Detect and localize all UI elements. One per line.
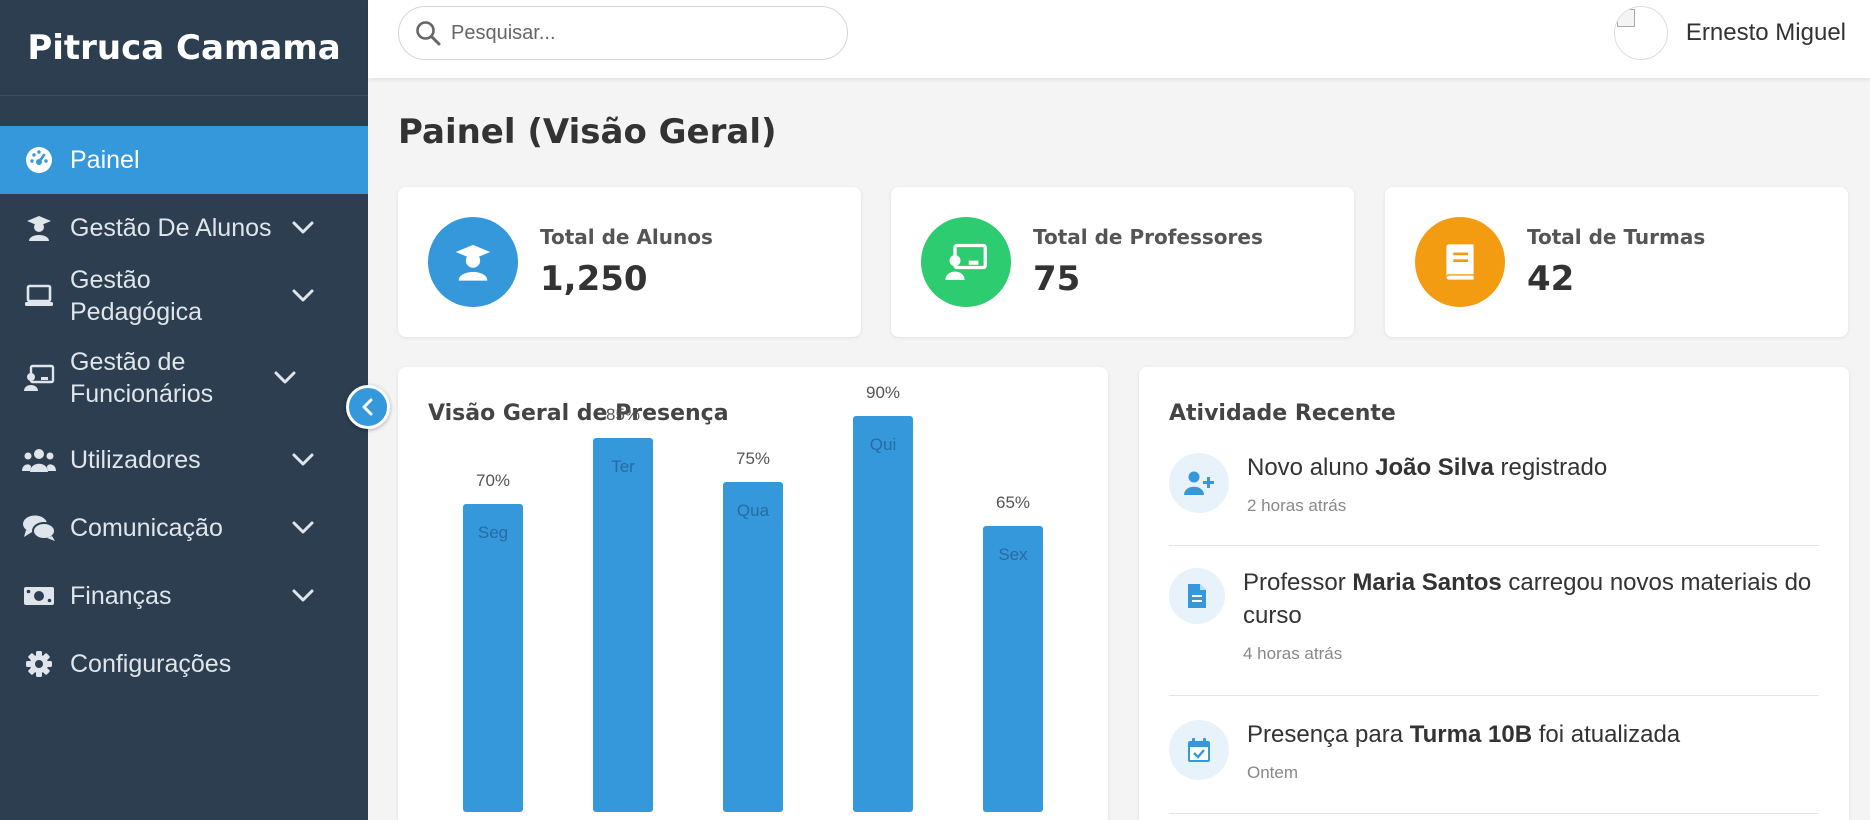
bar-qui <box>853 416 913 812</box>
activity-subject: João Silva <box>1375 454 1494 481</box>
sidebar-item-label: Finanças <box>70 582 172 610</box>
bar-category-label: Seg <box>478 523 508 542</box>
sidebar-item-label: Painel <box>70 146 140 174</box>
attendance-card: Visão Geral de Presença 70% Seg 85% Ter 75% Q… <box>398 367 1108 820</box>
activity-text: Professor Maria Santos carregou novos ma… <box>1243 569 1812 629</box>
chevron-down-icon[interactable] <box>288 581 318 611</box>
attendance-bar-chart: 70% Seg 85% Ter 75% Qua 90% Qui 65% Sex <box>463 383 1043 812</box>
sidebar-item-utilizadores[interactable]: Utilizadores <box>0 426 368 494</box>
bar-category-label: Ter <box>611 457 635 476</box>
graduate-icon <box>455 244 491 281</box>
sidebar-item-label: Gestão Pedagógica <box>70 266 203 326</box>
broken-image-icon <box>1616 9 1635 27</box>
activity-icon-circle <box>1169 720 1229 780</box>
stat-card-turmas: Total de Turmas 42 <box>1385 187 1848 337</box>
activity-icon-circle <box>1169 453 1229 513</box>
list-item[interactable]: Professor Maria Santos carregou novos ma… <box>1169 546 1819 696</box>
sidebar-item-gestao-funcionarios[interactable]: Gestão de Funcionários <box>0 330 368 426</box>
bar-value-label: 90% <box>866 383 900 402</box>
search-box[interactable] <box>398 6 848 60</box>
user-menu[interactable]: Ernesto Miguel <box>1613 4 1846 62</box>
activity-subject: Turma 10B <box>1409 721 1533 748</box>
recent-activity-card: Atividade Recente Novo aluno João Silva … <box>1139 367 1849 820</box>
teacher-board-icon <box>22 361 56 395</box>
sidebar-item-gestao-pedagogica[interactable]: Gestão Pedagógica <box>0 262 368 330</box>
sidebar-item-label: Gestão de Funcionários <box>70 348 214 408</box>
brand-title: Pitruca Camama <box>27 27 341 68</box>
user-plus-icon <box>1184 471 1214 495</box>
bar-value-label: 75% <box>736 449 770 468</box>
dashboard-icon <box>22 143 56 177</box>
sidebar-item-configuracoes[interactable]: Configurações <box>0 630 368 698</box>
sidebar-collapse-button[interactable] <box>346 385 390 429</box>
bar-category-label: Qui <box>870 435 896 454</box>
activity-list: Novo aluno João Silva registrado 2 horas… <box>1169 451 1819 814</box>
bar-qua <box>723 482 783 812</box>
user-name: Ernesto Miguel <box>1685 19 1846 46</box>
search-icon <box>416 21 441 46</box>
chevron-down-icon[interactable] <box>288 213 318 243</box>
graduate-icon <box>22 211 56 245</box>
chevron-down-icon[interactable] <box>288 445 318 475</box>
sidebar-item-comunicacao[interactable]: Comunicação <box>0 494 368 562</box>
stat-value: 1,250 <box>540 259 648 299</box>
stat-value: 75 <box>1033 259 1081 299</box>
chevron-down-icon[interactable] <box>288 281 318 311</box>
money-icon <box>22 579 56 613</box>
stat-icon-circle <box>428 217 518 307</box>
brand: Pitruca Camama <box>0 0 368 96</box>
sidebar-item-financas[interactable]: Finanças <box>0 562 368 630</box>
stat-value: 42 <box>1527 259 1575 299</box>
stat-label: Total de Turmas <box>1527 225 1706 249</box>
activity-time: 2 horas atrás <box>1247 496 1347 515</box>
bar-category-label: Qua <box>737 501 770 520</box>
list-item[interactable]: Presença para Turma 10B foi atualizada O… <box>1169 696 1819 814</box>
stat-label: Total de Professores <box>1033 225 1263 249</box>
bar-value-label: 65% <box>996 493 1030 512</box>
avatar[interactable] <box>1613 6 1668 60</box>
activity-time: 4 horas atrás <box>1243 644 1343 663</box>
chevron-left-icon <box>362 398 373 416</box>
bar-ter <box>593 438 653 812</box>
sidebar-item-label: Comunicação <box>70 514 223 542</box>
bar-value-label: 85% <box>606 405 640 424</box>
teacher-board-icon <box>945 243 987 280</box>
gear-icon <box>22 647 56 681</box>
stat-icon-circle <box>1415 217 1505 307</box>
search-input[interactable] <box>451 21 811 45</box>
stat-icon-circle <box>921 217 1011 307</box>
bar-sex <box>983 526 1043 812</box>
activity-text: Presença para Turma 10B foi atualizada <box>1247 721 1681 748</box>
activity-text: Novo aluno João Silva registrado <box>1247 454 1608 481</box>
sidebar-item-label: Utilizadores <box>70 446 201 474</box>
users-icon <box>22 443 56 477</box>
document-icon <box>1188 584 1206 608</box>
activity-time: Ontem <box>1247 763 1299 782</box>
activity-icon-circle <box>1169 568 1225 624</box>
stat-card-alunos: Total de Alunos 1,250 <box>398 187 861 337</box>
sidebar: Pitruca Camama Painel Gestão De Alunos G… <box>0 0 368 820</box>
laptop-icon <box>22 279 56 313</box>
chevron-down-icon[interactable] <box>270 363 300 393</box>
stat-card-professores: Total de Professores 75 <box>891 187 1354 337</box>
activity-subject: Maria Santos <box>1352 569 1502 596</box>
chat-icon <box>22 511 56 545</box>
bar-value-label: 70% <box>476 471 510 490</box>
calendar-check-icon <box>1188 738 1210 762</box>
bar-category-label: Sex <box>998 545 1028 564</box>
sidebar-item-label: Gestão De Alunos <box>70 214 272 242</box>
sidebar-item-label: Configurações <box>70 650 232 678</box>
list-item[interactable]: Novo aluno João Silva registrado 2 horas… <box>1169 451 1819 546</box>
chevron-down-icon[interactable] <box>288 513 318 543</box>
page-title: Painel (Visão Geral) <box>398 112 777 152</box>
sidebar-item-gestao-alunos[interactable]: Gestão De Alunos <box>0 194 368 262</box>
book-icon <box>1446 244 1474 280</box>
stat-label: Total de Alunos <box>540 225 713 249</box>
activity-title: Atividade Recente <box>1169 401 1396 426</box>
sidebar-item-painel[interactable]: Painel <box>0 126 368 194</box>
top-bar: Ernesto Miguel <box>368 0 1870 78</box>
sidebar-nav: Painel Gestão De Alunos Gestão Pedagógic… <box>0 126 368 698</box>
bar-seg <box>463 504 523 812</box>
